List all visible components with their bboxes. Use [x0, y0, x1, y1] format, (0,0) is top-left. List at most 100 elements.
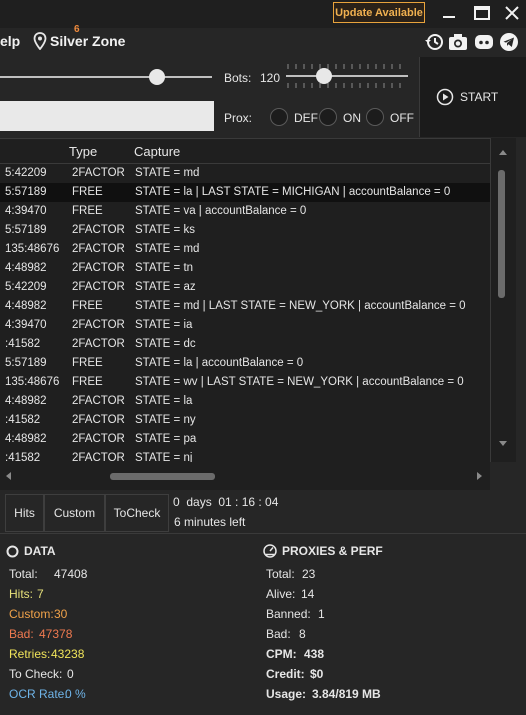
- proxy-stat-label: Bad:: [266, 627, 291, 641]
- data-stat-value: 0 %: [65, 687, 86, 701]
- cell-type: 2FACTOR: [72, 414, 125, 426]
- scroll-down-icon[interactable]: [498, 440, 508, 448]
- data-stat-label: Custom:: [9, 607, 54, 621]
- cell-type: 2FACTOR: [72, 338, 125, 350]
- table-row[interactable]: 5:42209 2FACTOR STATE = md: [0, 164, 490, 183]
- threads-slider-thumb[interactable]: [149, 69, 165, 85]
- data-stat-label: To Check:: [9, 667, 63, 681]
- table-row[interactable]: 4:39470 2FACTOR STATE = ia: [0, 316, 490, 335]
- proxy-stat-value: 438: [304, 647, 325, 661]
- discord-icon[interactable]: [474, 32, 494, 52]
- proxy-stat-value: 14: [301, 587, 315, 601]
- start-button[interactable]: START: [436, 88, 498, 106]
- prox-option-def-label: DEF: [294, 111, 318, 125]
- minimize-icon[interactable]: [440, 4, 458, 22]
- data-stat-label: OCR Rate:: [9, 687, 68, 701]
- cell-type: FREE: [72, 205, 103, 217]
- cell-account: 4:48982: [5, 395, 47, 407]
- cell-capture: STATE = wv | LAST STATE = NEW_YORK | acc…: [135, 376, 464, 388]
- column-header-capture[interactable]: Capture: [134, 144, 180, 159]
- data-stat-value: 7: [37, 587, 44, 601]
- proxy-stat-value: 8: [299, 627, 306, 641]
- history-icon[interactable]: [424, 32, 444, 52]
- column-header-type[interactable]: Type: [69, 144, 97, 159]
- proxy-stat-label: CPM:: [266, 647, 297, 661]
- horizontal-scroll-thumb[interactable]: [110, 473, 215, 480]
- prox-label: Prox:: [224, 111, 253, 125]
- table-row[interactable]: 4:48982 2FACTOR STATE = tn: [0, 259, 490, 278]
- data-stat-value: 43238: [51, 647, 85, 661]
- table-row[interactable]: 5:57189 FREE STATE = la | accountBalance =…: [0, 354, 490, 373]
- data-stat-value: 47378: [39, 627, 73, 641]
- cell-capture: STATE = pa: [135, 433, 197, 445]
- nav-silver-zone[interactable]: Silver Zone: [50, 33, 125, 49]
- scroll-right-icon[interactable]: [476, 471, 484, 481]
- table-row[interactable]: 4:48982 2FACTOR STATE = pa: [0, 430, 490, 449]
- cell-account: 135:48676: [5, 376, 60, 388]
- cell-type: 2FACTOR: [72, 319, 125, 331]
- scroll-up-icon[interactable]: [498, 148, 508, 156]
- update-available-button[interactable]: Update Available: [333, 2, 425, 23]
- cell-capture: STATE = dc: [135, 338, 196, 350]
- table-row[interactable]: 4:39470 FREE STATE = va | accountBalance =…: [0, 202, 490, 221]
- vertical-scroll-thumb[interactable]: [498, 170, 505, 298]
- table-row[interactable]: 5:57189 2FACTOR STATE = ks: [0, 221, 490, 240]
- cell-capture: STATE = la | accountBalance = 0: [135, 357, 304, 369]
- cell-type: 2FACTOR: [72, 281, 125, 293]
- cell-account: :41582: [5, 414, 41, 426]
- cell-capture: STATE = tn: [135, 262, 194, 274]
- table-row[interactable]: 135:48676 2FACTOR STATE = md: [0, 240, 490, 259]
- cell-capture: STATE = la: [135, 395, 193, 407]
- scroll-left-icon[interactable]: [4, 471, 12, 481]
- close-icon[interactable]: [503, 4, 521, 22]
- prox-radio-off[interactable]: [366, 108, 384, 126]
- table-row[interactable]: 5:57189 FREE STATE = la | LAST STATE = MIC…: [0, 183, 490, 202]
- combo-input-field[interactable]: [0, 101, 214, 131]
- cell-type: 2FACTOR: [72, 395, 125, 407]
- proxy-stat-value: $0: [310, 667, 324, 681]
- table-row[interactable]: 5:42209 2FACTOR STATE = az: [0, 278, 490, 297]
- cell-type: FREE: [72, 186, 103, 198]
- bots-slider-ticks: [286, 64, 408, 88]
- data-stat-value: 0: [67, 667, 74, 681]
- time-left: 6 minutes left: [174, 515, 246, 529]
- prox-option-on-label: ON: [343, 111, 361, 125]
- nav-help[interactable]: elp: [0, 33, 20, 49]
- table-row[interactable]: 135:48676 FREE STATE = wv | LAST STATE = N…: [0, 373, 490, 392]
- bots-slider-thumb[interactable]: [316, 68, 332, 84]
- table-row[interactable]: :41582 2FACTOR STATE = nj: [0, 449, 490, 463]
- start-button-label: START: [460, 90, 499, 104]
- data-stat-label: Hits:: [9, 587, 33, 601]
- proxy-stat-label: Banned:: [266, 607, 311, 621]
- maximize-icon[interactable]: [473, 4, 491, 22]
- cell-capture: STATE = ny: [135, 414, 196, 426]
- proxy-stat-label: Credit:: [266, 667, 305, 681]
- cell-account: 4:48982: [5, 433, 47, 445]
- tab-hits[interactable]: Hits: [5, 494, 44, 532]
- tab-tocheck[interactable]: ToCheck: [105, 494, 169, 532]
- proxy-stat-label: Total:: [266, 567, 295, 581]
- horizontal-scrollbar[interactable]: [0, 462, 490, 490]
- prox-radio-on[interactable]: [319, 108, 337, 126]
- table-row[interactable]: 4:48982 2FACTOR STATE = la: [0, 392, 490, 411]
- threads-slider-track[interactable]: [0, 76, 212, 78]
- telegram-icon[interactable]: [499, 32, 519, 52]
- tab-custom[interactable]: Custom: [44, 494, 105, 532]
- bots-label: Bots:: [224, 71, 252, 85]
- cell-account: 5:42209: [5, 281, 47, 293]
- data-stat-value: 47408: [54, 567, 88, 581]
- proxy-stat-label: Usage:: [266, 687, 307, 701]
- table-row[interactable]: 4:48982 FREE STATE = md | LAST STATE = NEW…: [0, 297, 490, 316]
- cell-account: 4:39470: [5, 205, 47, 217]
- prox-radio-def[interactable]: [270, 108, 288, 126]
- cell-capture: STATE = ia: [135, 319, 193, 331]
- camera-icon[interactable]: [448, 32, 468, 52]
- cell-account: 4:48982: [5, 300, 47, 312]
- table-row[interactable]: :41582 2FACTOR STATE = dc: [0, 335, 490, 354]
- cell-type: 2FACTOR: [72, 433, 125, 445]
- gauge-icon: [263, 544, 277, 558]
- data-stat-label: Total:: [9, 567, 38, 581]
- table-row[interactable]: :41582 2FACTOR STATE = ny: [0, 411, 490, 430]
- runtime-timer: 0 days 01 : 16 : 04: [173, 495, 279, 509]
- data-icon: [6, 545, 19, 557]
